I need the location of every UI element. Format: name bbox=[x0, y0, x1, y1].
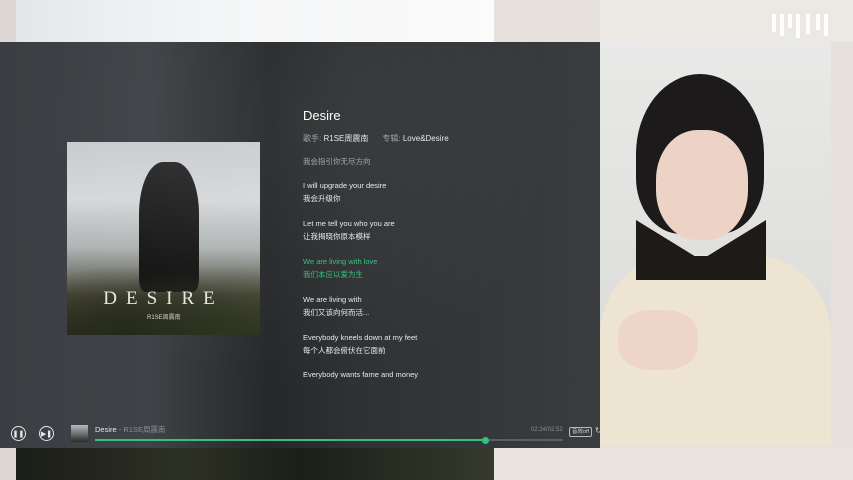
person-face bbox=[656, 130, 748, 240]
background-top-left bbox=[16, 0, 494, 42]
now-playing-song[interactable]: Desire bbox=[95, 425, 117, 434]
sound-effect-button[interactable]: 音效off bbox=[569, 427, 593, 437]
singer-link[interactable]: R1SE周震南 bbox=[323, 134, 368, 143]
webcam-video bbox=[600, 40, 831, 446]
album-label: 专辑: bbox=[382, 134, 401, 143]
lyric-line: I will upgrade your desire bbox=[303, 181, 387, 190]
lyric-line: 我会指引你无尽方向 bbox=[303, 157, 371, 166]
now-playing-artist[interactable]: R1SE周震南 bbox=[123, 425, 165, 434]
person-hand bbox=[618, 310, 698, 370]
album-cover: DESIRE R1SE周震南 bbox=[67, 142, 260, 335]
album-info: 专辑: Love&Desire bbox=[382, 133, 448, 144]
lyric-line: Everybody kneels down at my feet bbox=[303, 333, 418, 342]
play-pause-button[interactable]: ❚❚ bbox=[11, 426, 26, 441]
lyric-line: We are living with bbox=[303, 295, 362, 304]
progress-fill bbox=[95, 439, 486, 441]
background-top-right bbox=[600, 0, 853, 42]
lyric-line: We are living with love bbox=[303, 257, 378, 266]
singer-info: 歌手: R1SE周震南 bbox=[303, 133, 368, 144]
lyric-line: 我会升级你 bbox=[303, 194, 341, 203]
lyric-line: 让我揭晓你原本模样 bbox=[303, 232, 371, 241]
now-playing-title: Desire - R1SE周震南 bbox=[95, 424, 165, 435]
singer-label: 歌手: bbox=[303, 134, 322, 143]
song-meta: 歌手: R1SE周震南 专辑: Love&Desire bbox=[303, 133, 449, 144]
pause-icon: ❚❚ bbox=[12, 430, 25, 438]
cover-title: DESIRE bbox=[103, 288, 224, 309]
lyric-line: Everybody wants fame and money bbox=[303, 370, 419, 379]
lyric-line: Let me tell you who you are bbox=[303, 219, 395, 228]
cover-artist: R1SE周震南 bbox=[147, 315, 181, 321]
album-link[interactable]: Love&Desire bbox=[403, 134, 449, 143]
progress-handle[interactable] bbox=[481, 436, 489, 444]
music-player-window: DESIRE R1SE周震南 Desire 歌手: R1SE周震南 专辑: Lo… bbox=[0, 42, 600, 448]
background-bottom-right bbox=[494, 448, 853, 480]
next-track-button[interactable]: ▶❚ bbox=[39, 426, 54, 441]
background-bottom-left bbox=[16, 448, 494, 480]
lyric-line: 我们本应以爱为生 bbox=[303, 270, 363, 279]
next-track-icon: ▶❚ bbox=[40, 430, 53, 438]
lyric-line: 我们又该向何而活... bbox=[303, 308, 370, 317]
progress-bar[interactable] bbox=[95, 436, 563, 444]
song-title: Desire bbox=[303, 108, 341, 123]
now-playing-thumbnail[interactable] bbox=[71, 425, 88, 442]
playback-time: 02:24/02:52 bbox=[531, 427, 563, 433]
lyrics-panel[interactable]: 我会指引你无尽方向 I will upgrade your desire 我会升… bbox=[303, 154, 583, 384]
lyric-line: 每个人都会俯伏在它面前 bbox=[303, 346, 386, 355]
